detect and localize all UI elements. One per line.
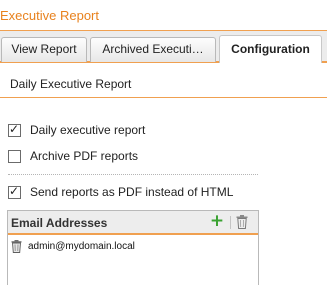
email-panel-title: Email Addresses bbox=[11, 216, 108, 230]
email-addresses-panel: Email Addresses + admin@mydomain.local bbox=[7, 210, 259, 285]
window-title: Executive Report bbox=[0, 8, 99, 23]
delete-email-button[interactable] bbox=[236, 215, 248, 229]
tab-strip: View Report Archived Executi… Configurat… bbox=[0, 31, 327, 63]
email-list-row[interactable]: admin@mydomain.local bbox=[9, 238, 254, 254]
title-bar: Executive Report bbox=[0, 0, 327, 31]
trash-icon[interactable] bbox=[11, 239, 22, 253]
daily-report-label: Daily executive report bbox=[30, 123, 146, 137]
archive-pdf-label: Archive PDF reports bbox=[30, 149, 139, 163]
option-send-as-pdf[interactable]: ✓ Send reports as PDF instead of HTML bbox=[8, 184, 233, 200]
option-archive-pdf-reports[interactable]: Archive PDF reports bbox=[8, 148, 138, 164]
executive-report-window: Executive Report View Report Archived Ex… bbox=[0, 0, 327, 285]
send-as-pdf-checkbox[interactable]: ✓ bbox=[8, 183, 21, 199]
tab-archived-executive-reports[interactable]: Archived Executi… bbox=[90, 37, 216, 62]
daily-report-checkbox[interactable]: ✓ bbox=[8, 121, 21, 137]
option-daily-executive-report[interactable]: ✓ Daily executive report bbox=[8, 122, 145, 138]
checkmark-icon: ✓ bbox=[9, 121, 20, 136]
archive-pdf-checkbox[interactable] bbox=[8, 149, 21, 163]
email-panel-header: Email Addresses + bbox=[8, 211, 258, 235]
checkmark-icon: ✓ bbox=[9, 183, 20, 198]
email-address: admin@mydomain.local bbox=[28, 240, 135, 252]
section-title: Daily Executive Report bbox=[10, 77, 132, 91]
send-as-pdf-label: Send reports as PDF instead of HTML bbox=[30, 185, 234, 199]
tab-view-report[interactable]: View Report bbox=[1, 37, 87, 62]
section-header: Daily Executive Report bbox=[0, 65, 327, 98]
trash-icon bbox=[236, 215, 248, 229]
toolbar-separator bbox=[230, 216, 231, 229]
options-divider bbox=[8, 174, 258, 175]
add-email-button[interactable]: + bbox=[209, 212, 225, 230]
tab-configuration[interactable]: Configuration bbox=[219, 35, 322, 63]
